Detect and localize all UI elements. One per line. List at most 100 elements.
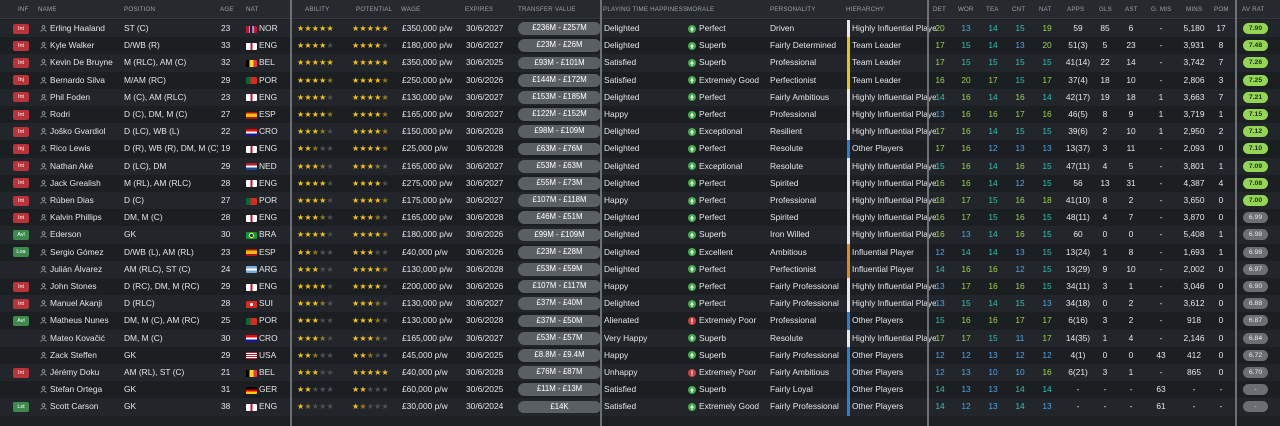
table-row[interactable]: Int Phil Foden M (C), AM (RLC) 23 ENG ★★★★★ ★★… — [0, 88, 1280, 106]
col-expires[interactable]: EXPIRES — [465, 6, 493, 13]
table-row[interactable]: Lst Scott Carson GK 38 ENG ★★★★★ ★★★★★ £30,000 … — [0, 398, 1280, 416]
col-wage[interactable]: WAGE — [401, 6, 420, 13]
transfer-value-pill[interactable]: £14K — [518, 400, 601, 414]
player-name[interactable]: Zack Steffen — [50, 347, 122, 364]
player-name[interactable]: Matheus Nunes — [50, 312, 122, 329]
player-name[interactable]: Erling Haaland — [50, 20, 122, 37]
transfer-value-pill[interactable]: £144M - £172M — [518, 73, 601, 87]
player-name[interactable]: Stefan Ortega — [50, 381, 122, 398]
player-name[interactable]: Jérémy Doku — [50, 364, 122, 381]
player-name[interactable]: Bernardo Silva — [50, 72, 122, 89]
col-cnt[interactable]: CNT — [1012, 6, 1025, 13]
status-badge[interactable]: Avl — [13, 315, 29, 326]
player-name[interactable]: Rodri — [50, 106, 122, 123]
col-morale[interactable]: MORALE — [687, 6, 714, 13]
status-badge[interactable]: Int — [13, 178, 29, 189]
transfer-value-pill[interactable]: £99M - £109M — [518, 228, 601, 242]
table-row[interactable]: Int Kevin De Bruyne M (RLC), AM (C) 32 BEL ★★… — [0, 54, 1280, 72]
col-gls[interactable]: GLS — [1099, 6, 1112, 13]
table-row[interactable]: Int John Stones D (RC), DM, M (RC) 29 ENG ★★★… — [0, 278, 1280, 296]
player-name[interactable]: Julián Álvarez — [50, 261, 122, 278]
transfer-value-pill[interactable]: £37M - £50M — [518, 314, 601, 328]
status-badge[interactable]: Int — [13, 40, 29, 51]
status-badge[interactable]: Int — [13, 57, 29, 68]
transfer-value-pill[interactable]: £53M - £57M — [518, 331, 601, 345]
transfer-value-pill[interactable]: £53M - £63M — [518, 159, 601, 173]
transfer-value-pill[interactable]: £153M - £185M — [518, 90, 601, 104]
status-badge[interactable]: Int — [13, 109, 29, 120]
player-name[interactable]: Joško Gvardiol — [50, 123, 122, 140]
table-row[interactable]: Avl Ederson GK 30 BRA ★★★★★ ★★★★★ £180,000 p/w 3… — [0, 226, 1280, 244]
status-badge[interactable]: Avl — [13, 229, 29, 240]
status-badge[interactable]: Int — [13, 92, 29, 103]
col-gmis[interactable]: G. MIS — [1151, 6, 1171, 13]
status-badge[interactable]: Int — [13, 195, 29, 206]
transfer-value-pill[interactable]: £63M - £76M — [518, 142, 601, 156]
player-name[interactable]: Sergio Gómez — [50, 244, 122, 261]
col-nat[interactable]: NAT — [246, 6, 259, 13]
table-row[interactable]: Loa Sergio Gómez D/WB (L), AM (RL) 23 ESP ★★★… — [0, 243, 1280, 261]
table-row[interactable]: Int Kalvin Phillips DM, M (C) 28 ENG ★★★★★ ★★★… — [0, 209, 1280, 227]
col-hierarchy[interactable]: HIERARCHY — [846, 6, 884, 13]
col-wor[interactable]: WOR — [958, 6, 974, 13]
col-inf[interactable]: INF — [18, 6, 29, 13]
col-ability[interactable]: ABILITY — [305, 6, 329, 13]
col-det[interactable]: DET — [933, 6, 946, 13]
status-badge[interactable]: Int — [13, 161, 29, 172]
status-badge[interactable]: Int — [13, 126, 29, 137]
col-potential[interactable]: POTENTIAL — [356, 6, 392, 13]
transfer-value-pill[interactable]: £55M - £73M — [518, 176, 601, 190]
col-transfer-value[interactable]: TRANSFER VALUE — [518, 6, 576, 13]
status-badge[interactable]: Inj — [13, 75, 29, 86]
table-row[interactable]: Zack Steffen GK 29 USA ★★★★★ ★★★★★ £45,000 p/w… — [0, 346, 1280, 364]
col-apps[interactable]: APPS — [1067, 6, 1084, 13]
col-age[interactable]: AGE — [220, 6, 234, 13]
transfer-value-pill[interactable]: £98M - £109M — [518, 125, 601, 139]
player-name[interactable]: Kalvin Phillips — [50, 209, 122, 226]
player-name[interactable]: Manuel Akanji — [50, 295, 122, 312]
table-row[interactable]: Int Erling Haaland ST (C) 23 NOR ★★★★★ ★★★★★ £3… — [0, 20, 1280, 38]
table-row[interactable]: Mateo Kovačić DM, M (C) 30 CRO ★★★★★ ★★★★★ £16… — [0, 329, 1280, 347]
table-row[interactable]: Int Joško Gvardiol D (LC), WB (L) 22 CRO ★★★★… — [0, 123, 1280, 141]
transfer-value-pill[interactable]: £107M - £118M — [518, 194, 601, 207]
table-row[interactable]: Int Jack Grealish M (RL), AM (RLC) 28 ENG ★★★… — [0, 174, 1280, 192]
table-row[interactable]: Julián Álvarez AM (RLC), ST (C) 24 ARG ★★★★★… — [0, 260, 1280, 278]
col-nat-attr[interactable]: NAT — [1039, 6, 1052, 13]
player-name[interactable]: Kevin De Bruyne — [50, 54, 122, 71]
table-row[interactable]: Inj Bernardo Silva M/AM (RC) 29 POR ★★★★★ ★★★★… — [0, 71, 1280, 89]
table-row[interactable]: Int Rodri D (C), DM, M (C) 27 ESP ★★★★★ ★★★★★ £… — [0, 106, 1280, 124]
player-name[interactable]: Nathan Aké — [50, 158, 122, 175]
status-badge[interactable]: Int — [13, 212, 29, 223]
status-badge[interactable]: Inj — [13, 143, 29, 154]
player-name[interactable]: Phil Foden — [50, 89, 122, 106]
transfer-value-pill[interactable]: £23M - £26M — [518, 39, 601, 53]
col-position[interactable]: POSITION — [124, 6, 155, 13]
transfer-value-pill[interactable]: £76M - £87M — [518, 366, 601, 379]
table-row[interactable]: Stefan Ortega GK 31 GER ★★★★★ ★★★★★ £60,000 p/… — [0, 381, 1280, 399]
transfer-value-pill[interactable]: £53M - £59M — [518, 262, 601, 276]
table-row[interactable]: Int Manuel Akanji D (RLC) 28 SUI ★★★★★ ★★★★★ £1… — [0, 295, 1280, 313]
status-badge[interactable]: Int — [13, 23, 29, 34]
transfer-value-pill[interactable]: £37M - £40M — [518, 297, 601, 311]
player-name[interactable]: Scott Carson — [50, 398, 122, 415]
col-avrat[interactable]: AV RAT — [1242, 6, 1265, 13]
transfer-value-pill[interactable]: £11M - £13M — [518, 383, 601, 397]
table-row[interactable]: Int Nathan Aké D (LC), DM 29 NED ★★★★★ ★★★★★ £1… — [0, 157, 1280, 175]
player-name[interactable]: Kyle Walker — [50, 37, 122, 54]
status-badge[interactable]: Loa — [13, 247, 29, 258]
table-row[interactable]: Int Jérémy Doku AM (RL), ST (C) 21 BEL ★★★★★ ★… — [0, 364, 1280, 382]
transfer-value-pill[interactable]: £107M - £117M — [518, 280, 601, 293]
col-mins[interactable]: MINS — [1186, 6, 1202, 13]
status-badge[interactable]: Lst — [13, 401, 29, 412]
status-badge[interactable]: Int — [13, 281, 29, 292]
table-row[interactable]: Int Kyle Walker D/WB (R) 33 ENG ★★★★★ ★★★★★ £18… — [0, 37, 1280, 55]
col-personality[interactable]: PERSONALITY — [770, 6, 816, 13]
player-name[interactable]: Mateo Kovačić — [50, 330, 122, 347]
player-name[interactable]: Rúben Dias — [50, 192, 122, 209]
transfer-value-pill[interactable]: £46M - £51M — [518, 211, 601, 225]
transfer-value-pill[interactable]: £93M - £101M — [518, 56, 601, 70]
table-row[interactable]: Int Rúben Dias D (C) 27 POR ★★★★★ ★★★★★ £175,00… — [0, 192, 1280, 210]
col-tea[interactable]: TEA — [986, 6, 999, 13]
player-name[interactable]: Rico Lewis — [50, 140, 122, 157]
transfer-value-pill[interactable]: £8.8M - £9.4M — [518, 348, 601, 362]
